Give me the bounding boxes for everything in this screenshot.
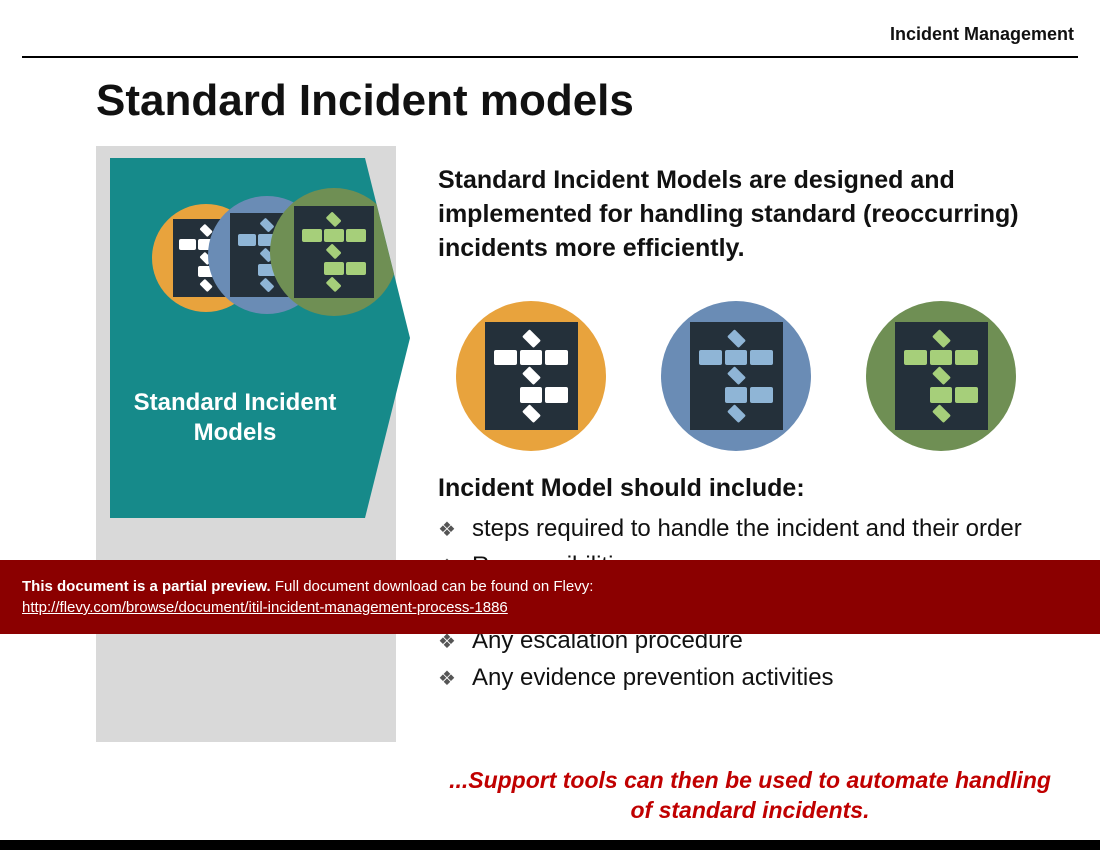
- banner-text: Full document download can be found on F…: [275, 578, 594, 595]
- intro-paragraph: Standard Incident Models are designed an…: [438, 164, 1058, 265]
- banner-link[interactable]: http://flevy.com/browse/document/itil-in…: [22, 599, 508, 616]
- list-item: Any evidence prevention activities: [438, 659, 1078, 696]
- flowchart-document-icon: [456, 301, 606, 451]
- teal-caption: Standard Incident Models: [110, 388, 360, 448]
- flowchart-document-icon: [866, 301, 1016, 451]
- preview-banner: This document is a partial preview. Full…: [0, 560, 1100, 634]
- slide: Incident Management Standard Incident mo…: [0, 0, 1100, 850]
- icon-row: [456, 296, 1016, 456]
- stacked-icons: [152, 184, 356, 324]
- banner-strong: This document is a partial preview.: [22, 578, 271, 595]
- bottom-bar: [0, 840, 1100, 850]
- section-label: Incident Management: [890, 24, 1074, 45]
- flowchart-document-icon: [661, 301, 811, 451]
- slide-title: Standard Incident models: [96, 76, 634, 126]
- teal-arrow-block: Standard Incident Models: [110, 158, 410, 518]
- support-note: ...Support tools can then be used to aut…: [440, 766, 1060, 826]
- divider: [22, 56, 1078, 58]
- list-item: steps required to handle the incident an…: [438, 510, 1078, 547]
- sub-heading: Incident Model should include:: [438, 474, 805, 503]
